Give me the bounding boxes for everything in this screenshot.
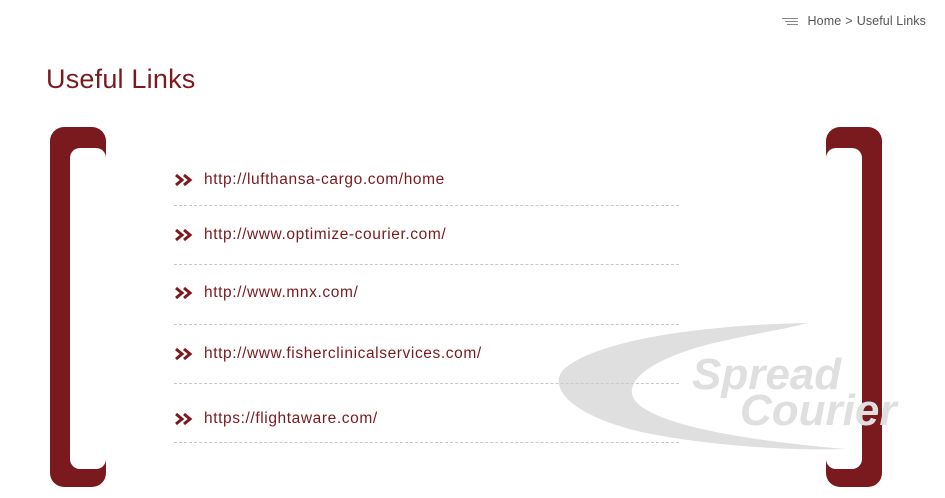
watermark-text-courier: Courier <box>740 386 899 435</box>
left-bracket-decoration <box>50 127 106 487</box>
double-chevron-right-icon <box>175 412 193 426</box>
link-item: http://lufthansa-cargo.com/home <box>174 171 679 206</box>
link-mnx[interactable]: http://www.mnx.com/ <box>204 284 358 302</box>
page-title: Useful Links <box>46 64 196 94</box>
links-panel: Spread Courier http://lufthansa-cargo.co… <box>106 127 899 487</box>
link-fisher-clinical-services[interactable]: http://www.fisherclinicalservices.com/ <box>204 345 482 363</box>
double-chevron-right-icon <box>175 286 193 300</box>
double-chevron-right-icon <box>175 173 193 187</box>
link-optimize-courier[interactable]: http://www.optimize-courier.com/ <box>204 226 446 244</box>
breadcrumb-home-link[interactable]: Home <box>808 14 842 28</box>
link-lufthansa-cargo[interactable]: http://lufthansa-cargo.com/home <box>204 171 445 189</box>
menu-icon[interactable] <box>781 16 798 27</box>
link-item: http://www.fisherclinicalservices.com/ <box>174 345 679 384</box>
double-chevron-right-icon <box>175 228 193 242</box>
link-item: http://www.mnx.com/ <box>174 284 679 325</box>
double-chevron-right-icon <box>175 347 193 361</box>
breadcrumb-separator: > <box>845 14 853 28</box>
link-item: http://www.optimize-courier.com/ <box>174 226 679 265</box>
link-item: https://flightaware.com/ <box>174 410 679 443</box>
breadcrumb-current: Useful Links <box>856 14 926 28</box>
links-frame: Spread Courier http://lufthansa-cargo.co… <box>50 127 899 487</box>
link-flightaware[interactable]: https://flightaware.com/ <box>204 410 378 428</box>
breadcrumb: Home > Useful Links <box>781 14 926 28</box>
